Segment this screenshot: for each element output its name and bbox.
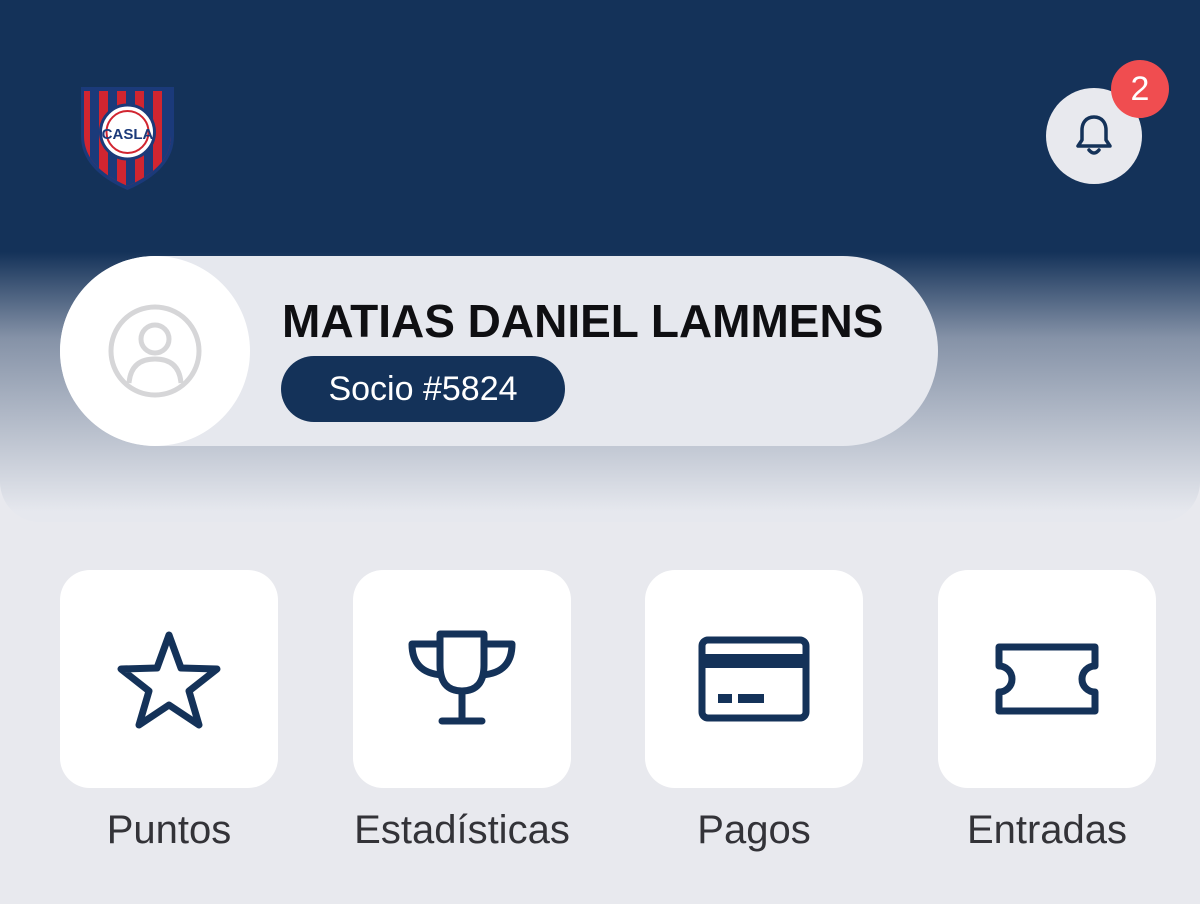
puntos-button[interactable] [60, 570, 278, 788]
profile-card[interactable]: MATIAS DANIEL LAMMENS Socio #5824 [60, 256, 938, 446]
entradas-label: Entradas [966, 808, 1128, 852]
bell-icon [1076, 115, 1112, 155]
star-icon [117, 631, 221, 729]
credit-card-icon [698, 636, 810, 722]
svg-text:CASLA: CASLA [102, 126, 154, 143]
notification-count-badge: 2 [1111, 60, 1169, 118]
user-avatar-icon [108, 304, 202, 398]
ticket-icon [995, 643, 1099, 715]
member-id-badge: Socio #5824 [281, 356, 565, 422]
pagos-button[interactable] [645, 570, 863, 788]
puntos-label: Puntos [106, 808, 232, 852]
entradas-button[interactable] [938, 570, 1156, 788]
member-name: MATIAS DANIEL LAMMENS [282, 295, 884, 347]
avatar [60, 256, 250, 446]
pagos-label: Pagos [697, 808, 811, 852]
trophy-icon [408, 630, 516, 725]
estadisticas-label: Estadísticas [354, 808, 570, 852]
club-crest-icon: CASLA [81, 87, 174, 190]
estadisticas-button[interactable] [353, 570, 571, 788]
